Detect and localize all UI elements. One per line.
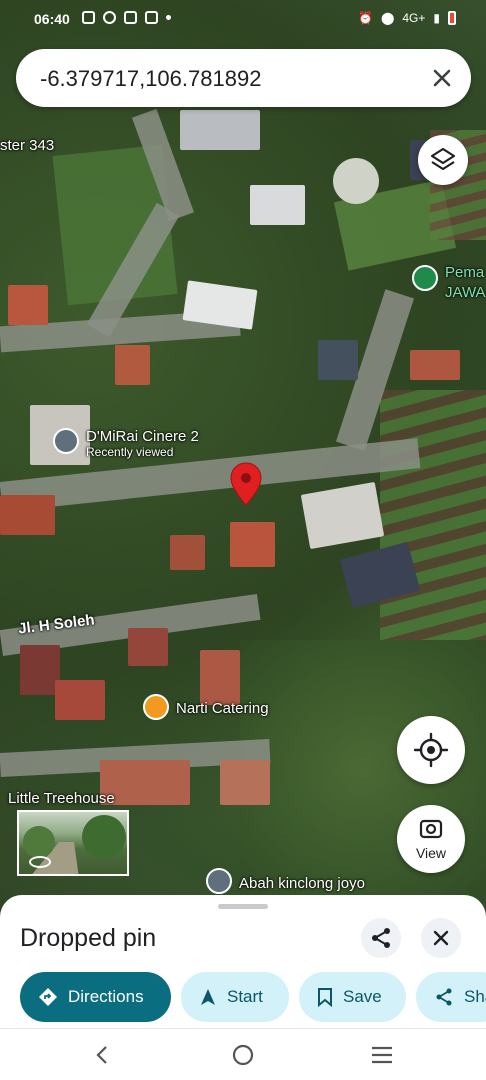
house-roof: [200, 650, 240, 705]
close-sheet-button[interactable]: [421, 918, 461, 958]
my-location-button[interactable]: [397, 716, 465, 784]
share-icon: [436, 988, 452, 1006]
back-icon[interactable]: [92, 1044, 112, 1066]
close-icon: [433, 69, 451, 87]
home-icon[interactable]: [231, 1044, 255, 1066]
navigation-arrow-icon: [201, 989, 215, 1005]
status-time: 06:40: [34, 11, 70, 27]
dropped-pin-icon[interactable]: [229, 461, 263, 507]
place-photo-thumbnail[interactable]: [17, 810, 129, 876]
alarm-icon: ⏰: [357, 11, 373, 25]
house-roof: [20, 645, 60, 695]
instagram-icon: [124, 11, 137, 24]
more-notifications-icon: [166, 15, 171, 20]
directions-icon: [39, 988, 57, 1006]
building: [180, 110, 260, 150]
share-button[interactable]: [361, 918, 401, 958]
map-label-jawa[interactable]: JAWA: [445, 284, 486, 301]
house-roof: [0, 495, 55, 535]
crosshair-icon: [413, 732, 449, 768]
farm-field: [380, 390, 486, 640]
directions-button[interactable]: Directions: [20, 972, 171, 1022]
place-title: Dropped pin: [20, 924, 157, 952]
house-roof: [230, 522, 275, 567]
dmirai-name: D'MiRai Cinere 2: [86, 428, 199, 445]
map-label-narti-catering[interactable]: Narti Catering: [176, 700, 269, 717]
system-navigation-bar: [0, 1028, 486, 1080]
house-roof: [128, 628, 168, 666]
notification-icons: [82, 11, 171, 24]
share-chip-button[interactable]: Sha: [416, 972, 486, 1022]
close-icon: [433, 930, 449, 946]
share-icon: [372, 928, 390, 948]
search-bar[interactable]: -6.379717,106.781892: [16, 49, 471, 107]
restaurant-icon[interactable]: [143, 694, 169, 720]
tank: [333, 158, 379, 204]
start-label: Start: [227, 987, 263, 1006]
messenger-icon: [103, 11, 116, 24]
map-label-abah-kinclong-joyo[interactable]: Abah kinclong joyo: [239, 875, 365, 892]
house-roof: [8, 285, 48, 325]
clear-search-button[interactable]: [427, 63, 457, 93]
building: [250, 185, 305, 225]
instagram-icon: [82, 11, 95, 24]
directions-label: Directions: [68, 987, 144, 1006]
start-button[interactable]: Start: [181, 972, 289, 1022]
dmirai-recently-viewed: Recently viewed: [86, 445, 174, 459]
bookmark-icon: [318, 988, 332, 1007]
share-label: Sha: [464, 987, 486, 1006]
poi-dmirai-icon[interactable]: [53, 428, 79, 454]
signal-icon: ▮: [433, 11, 440, 25]
house-roof: [220, 760, 270, 805]
save-label: Save: [343, 987, 382, 1006]
location-icon: ⬤: [380, 11, 395, 25]
map-label-dmirai[interactable]: D'MiRai Cinere 2 Recently viewed: [86, 428, 199, 459]
linkedin-icon: [145, 11, 158, 24]
poi-pema-icon[interactable]: [412, 265, 438, 291]
house-roof: [55, 680, 105, 720]
street-view-icon: [29, 856, 51, 868]
layers-button[interactable]: [418, 135, 468, 185]
battery-icon: [448, 11, 456, 25]
view-button-label: View: [415, 845, 447, 861]
house-roof: [115, 345, 150, 385]
layers-icon: [430, 147, 456, 171]
map-label-ster[interactable]: ster 343: [0, 137, 54, 154]
recent-apps-icon[interactable]: [370, 1044, 394, 1066]
view-button[interactable]: View: [397, 805, 465, 873]
network-type: 4G+: [402, 11, 426, 25]
system-icons: ⏰ ⬤ 4G+ ▮: [358, 11, 456, 25]
poi-abah-icon[interactable]: [206, 868, 232, 894]
status-bar: 06:40 ⏰ ⬤ 4G+ ▮: [0, 0, 486, 40]
sheet-drag-handle[interactable]: [218, 904, 268, 909]
search-query[interactable]: -6.379717,106.781892: [40, 66, 261, 92]
street-view-rotate-icon: [419, 819, 443, 839]
building: [300, 481, 385, 550]
building: [318, 340, 358, 380]
save-button[interactable]: Save: [299, 972, 406, 1022]
house-roof: [410, 350, 460, 380]
map-label-pema[interactable]: Pema: [445, 264, 484, 281]
map-label-little-treehouse[interactable]: Little Treehouse: [8, 790, 115, 807]
house-roof: [170, 535, 205, 570]
